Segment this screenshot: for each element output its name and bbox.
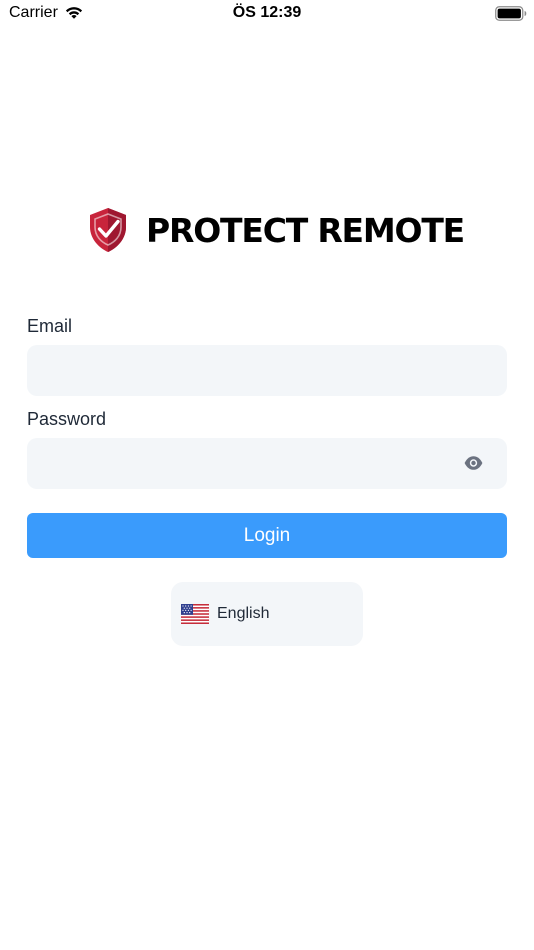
password-label: Password <box>27 409 107 429</box>
eye-icon[interactable] <box>464 455 483 471</box>
battery-full-icon <box>495 6 527 21</box>
language-selector[interactable]: English <box>171 582 363 646</box>
brand-name: PROTECT REMOTE <box>146 210 465 250</box>
email-field[interactable] <box>27 345 507 396</box>
status-time: ÖS 12:39 <box>232 4 302 21</box>
email-label: Email <box>27 316 73 336</box>
shield-check-icon <box>90 208 126 252</box>
us-flag-icon <box>181 604 209 624</box>
login-button[interactable]: Login <box>27 513 507 558</box>
status-bar: Carrier ÖS 12:39 <box>0 0 534 28</box>
brand-header: PROTECT REMOTE <box>88 206 465 254</box>
password-field[interactable] <box>27 438 507 489</box>
language-label: English <box>217 605 270 622</box>
